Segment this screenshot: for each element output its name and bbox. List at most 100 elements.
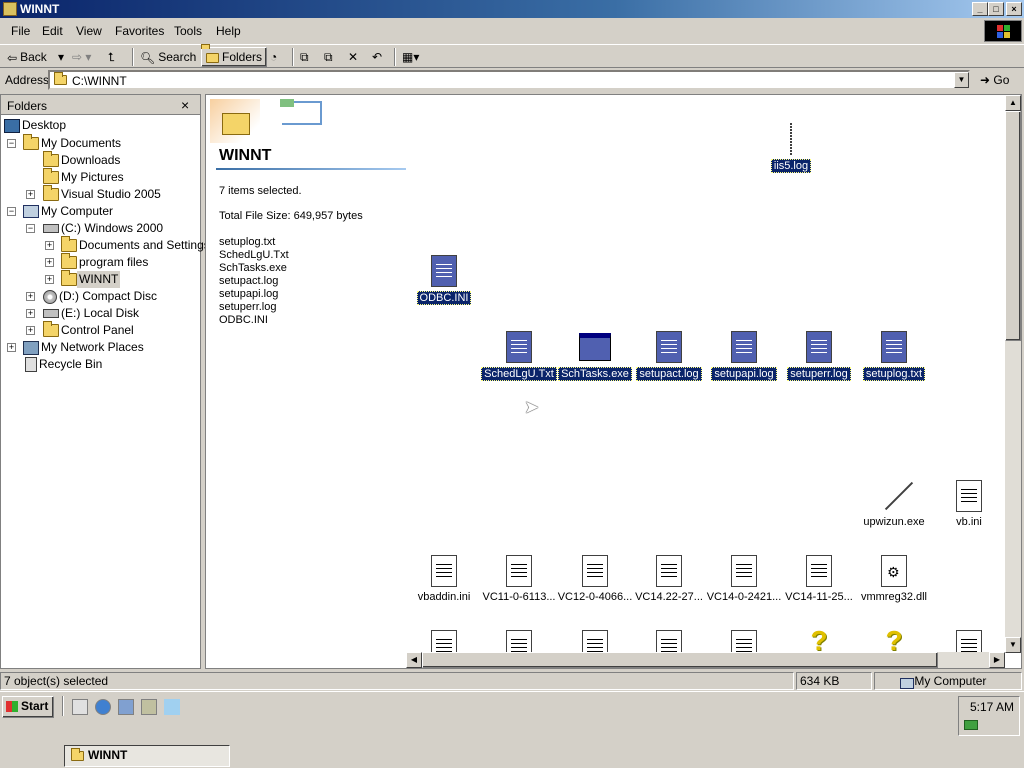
expand-icon[interactable]: + [45,241,54,250]
move-to-icon[interactable]: ⧉ [300,48,309,66]
tree-item-recycle-bin[interactable]: Recycle Bin [25,356,104,373]
file-item[interactable]: VC14.22-27... [629,555,709,603]
tree-item-downloads[interactable]: Downloads [43,151,122,169]
file-item[interactable]: vbaddin.ini [404,555,484,603]
outlook-express-icon[interactable] [118,699,134,715]
copy-to-icon[interactable]: ⧉ [324,48,333,66]
expand-icon[interactable]: + [26,326,35,335]
maximize-button[interactable]: □ [988,2,1004,16]
network-tray-icon[interactable] [964,720,978,730]
close-pane-icon[interactable]: × [181,97,189,113]
file-item[interactable]: vmmreg32.dll [854,555,934,603]
expand-icon[interactable]: + [7,343,16,352]
webview-selected-count: 7 items selected. [219,185,302,197]
file-item[interactable]: VC11-0-6113... [479,555,559,603]
back-dropdown-icon[interactable]: ▾ [58,48,64,66]
tree-item-program-files[interactable]: program files [61,253,150,271]
forward-button[interactable]: ⇨ ▾ [72,48,91,66]
menu-help[interactable]: Help [216,24,241,38]
address-bar: Address C:\WINNT ▼ ➜ Go [0,69,1024,91]
delete-icon[interactable]: ✕ [348,48,358,66]
log-line-icon [790,123,792,155]
expand-icon[interactable]: + [26,309,35,318]
file-item[interactable]: VC14-11-25... [779,555,859,603]
tree-item-control-panel[interactable]: Control Panel [43,321,136,339]
explorer-icon[interactable] [141,699,157,715]
undo-icon[interactable]: ↶ [372,48,382,66]
tree-item-my-pictures[interactable]: My Pictures [43,168,126,186]
menu-view[interactable]: View [76,24,102,38]
tree-item-my-computer[interactable]: My Computer [23,203,115,220]
back-button[interactable]: ⇦ Back [7,48,47,66]
address-value: C:\WINNT [72,74,127,88]
tree-item-c-drive[interactable]: (C:) Windows 2000 [43,220,165,237]
clock[interactable]: 5:17 AM [970,700,1014,714]
scroll-left-icon[interactable]: ◀ [406,652,422,668]
expand-icon[interactable]: + [45,258,54,267]
tree-item-my-network-places[interactable]: My Network Places [23,339,146,356]
text-file-icon [506,555,532,587]
file-item[interactable]: VC14-0-2421... [704,555,784,603]
tree-item-documents-and-settings[interactable]: Documents and Settings [61,236,212,254]
folder-icon [54,72,67,85]
collapse-icon[interactable]: − [7,139,16,148]
scroll-right-icon[interactable]: ▶ [989,652,1005,668]
tree-item-e-drive[interactable]: (E:) Local Disk [43,305,141,322]
file-item[interactable]: ODBC.INI [404,255,484,305]
expand-icon[interactable]: + [26,292,35,301]
text-file-icon [582,555,608,587]
file-item[interactable]: iis5.log [751,123,831,173]
up-folder-icon[interactable]: ⮤ [108,48,115,66]
tree-item-d-drive[interactable]: (D:) Compact Disc [43,288,159,305]
expand-icon[interactable]: + [45,275,54,284]
go-button[interactable]: ➜ Go [980,73,1009,87]
file-item[interactable]: SchTasks.exe [555,331,635,381]
tree-item-my-documents[interactable]: My Documents [23,134,123,152]
views-button[interactable]: ▦▾ [402,48,419,66]
toolbar: ⇦ Back ▾ ⇨ ▾ ⮤ 🔍︎ Search Folders ◔ ⧉ ⧉ ✕ ↶… [0,44,1024,68]
minimize-button[interactable]: _ [972,2,988,16]
internet-explorer-icon[interactable] [95,699,111,715]
show-desktop-icon[interactable] [72,699,88,715]
collapse-icon[interactable]: − [26,224,35,233]
expand-icon[interactable]: + [26,190,35,199]
file-item[interactable]: upwizun.exe [854,480,934,528]
tree-item-desktop[interactable]: Desktop [4,117,68,134]
close-button[interactable]: × [1006,2,1022,16]
tree-item-winnt[interactable]: WINNT [61,270,121,289]
file-item[interactable]: setupact.log [629,331,709,381]
file-item[interactable]: setuplog.txt [854,331,934,381]
collapse-icon[interactable]: − [7,207,16,216]
network-icon [23,340,39,355]
tree-item-visual-studio-2005[interactable]: Visual Studio 2005 [43,185,163,203]
mouse-cursor-icon: ➤ [524,397,540,417]
file-item[interactable]: VC12-0-4066... [555,555,635,603]
horizontal-scroll-thumb[interactable] [422,652,938,668]
menu-tools[interactable]: Tools [174,24,202,38]
start-button[interactable]: Start [2,696,54,718]
computer-icon [900,678,914,690]
folders-button[interactable]: Folders [201,47,268,67]
webview-banner [210,99,326,143]
vertical-scroll-thumb[interactable] [1005,111,1021,341]
scroll-down-icon[interactable]: ▼ [1005,637,1021,653]
address-dropdown-icon[interactable]: ▼ [954,72,969,88]
file-item[interactable]: setupapi.log [704,331,784,381]
menu-edit[interactable]: Edit [42,24,63,38]
scroll-up-icon[interactable]: ▲ [1005,95,1021,111]
menu-favorites[interactable]: Favorites [115,24,164,38]
status-size: 634 KB [796,672,872,690]
file-item[interactable]: SchedLgU.Txt [479,331,559,381]
quick-launch-arrow-icon[interactable] [164,699,180,715]
file-item[interactable]: setuperr.log [779,331,859,381]
menu-file[interactable]: File [11,24,30,38]
file-item[interactable]: vb.ini [929,480,1009,528]
taskbar-button-winnt[interactable]: WINNT [64,745,230,767]
computer-icon [23,205,39,219]
folder-content-view[interactable]: WINNT 7 items selected. Total File Size:… [205,94,1022,669]
folder-icon [61,236,77,253]
address-input[interactable]: C:\WINNT [48,70,970,90]
history-icon[interactable]: ◔ [270,48,277,66]
title-bar[interactable]: WINNT _ □ × [0,0,1024,18]
search-button[interactable]: 🔍︎ Search [140,48,196,66]
